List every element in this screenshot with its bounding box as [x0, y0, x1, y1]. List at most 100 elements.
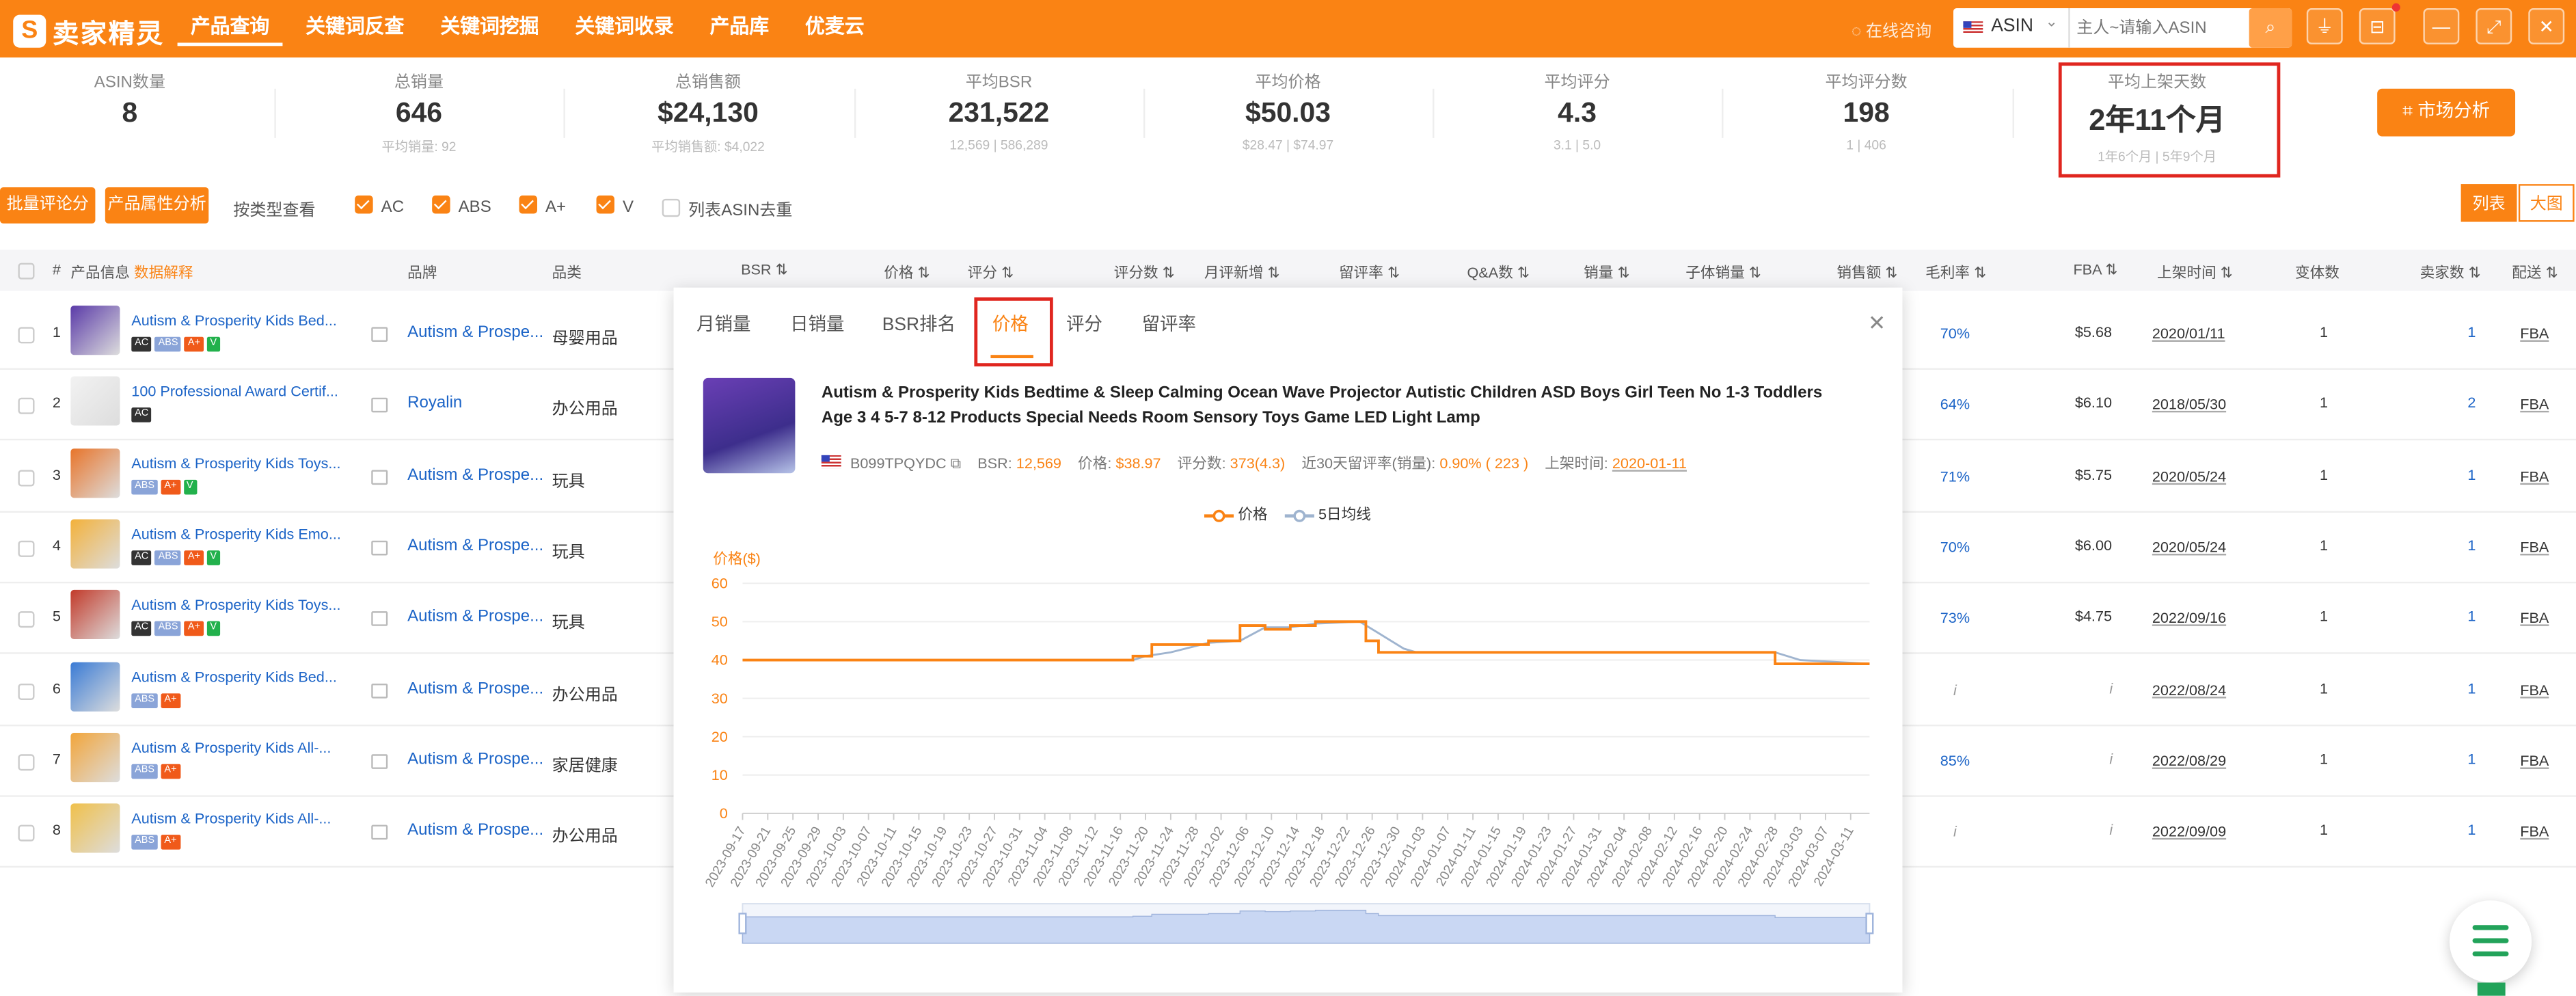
- search-button[interactable]: ⌕: [2249, 8, 2292, 48]
- brand-link[interactable]: Autism & Prospe...: [407, 679, 543, 697]
- seller-count[interactable]: 1: [2467, 608, 2476, 625]
- product-title-link[interactable]: Autism & Prosperity Kids Emo...: [131, 526, 341, 542]
- product-title-link[interactable]: Autism & Prosperity Kids All-...: [131, 810, 331, 826]
- product-thumbnail[interactable]: [70, 519, 120, 569]
- toolbox-icon[interactable]: ⊟: [2359, 8, 2396, 44]
- product-thumbnail[interactable]: [70, 732, 120, 782]
- filter-checkbox[interactable]: [519, 196, 538, 214]
- product-title-link[interactable]: Autism & Prosperity Kids Toys...: [131, 455, 340, 471]
- product-thumbnail[interactable]: [70, 448, 120, 498]
- margin-value[interactable]: 85%: [1940, 752, 1970, 768]
- margin-value[interactable]: 64%: [1940, 396, 1970, 413]
- row-checkbox[interactable]: [18, 398, 35, 415]
- th-fba[interactable]: FBA ⇅: [2073, 261, 2117, 279]
- minimize-icon[interactable]: —: [2423, 8, 2460, 44]
- brand-link[interactable]: Autism & Prospe...: [407, 751, 543, 768]
- brand-link[interactable]: Autism & Prospe...: [407, 324, 543, 342]
- popup-tab[interactable]: 月销量: [696, 310, 750, 336]
- popup-tab[interactable]: BSR排名: [882, 310, 955, 336]
- th-reviews[interactable]: 评分数 ⇅: [1114, 261, 1175, 282]
- th-sellers[interactable]: 卖家数 ⇅: [2420, 261, 2481, 282]
- brand-link[interactable]: Autism & Prospe...: [407, 822, 543, 839]
- external-link-icon[interactable]: ⧉: [951, 455, 961, 472]
- product-title-link[interactable]: Autism & Prosperity Kids Bed...: [131, 312, 337, 329]
- nav-item[interactable]: 产品库: [696, 0, 782, 57]
- close-window-icon[interactable]: ✕: [2528, 8, 2565, 44]
- brand-link[interactable]: Autism & Prospe...: [407, 608, 543, 626]
- margin-value[interactable]: i: [1953, 681, 1957, 697]
- brand-link[interactable]: Autism & Prospe...: [407, 537, 543, 555]
- product-title-link[interactable]: Autism & Prosperity Kids All-...: [131, 739, 331, 755]
- note-icon[interactable]: [371, 611, 388, 627]
- seller-count[interactable]: 1: [2467, 679, 2476, 696]
- popup-close-icon[interactable]: ✕: [1868, 310, 1886, 336]
- note-icon[interactable]: [371, 540, 388, 556]
- row-checkbox[interactable]: [18, 824, 35, 842]
- note-icon[interactable]: [371, 469, 388, 485]
- seller-count[interactable]: 2: [2467, 395, 2476, 412]
- th-margin[interactable]: 毛利率 ⇅: [1925, 261, 1986, 282]
- note-icon[interactable]: [371, 824, 388, 840]
- margin-value[interactable]: 71%: [1940, 468, 1970, 484]
- view-grid-button[interactable]: 大图: [2518, 184, 2575, 222]
- nav-item[interactable]: 关键词收录: [562, 0, 687, 57]
- data-explain-link[interactable]: 数据解释: [134, 265, 193, 281]
- product-thumbnail[interactable]: [70, 803, 120, 853]
- chevron-down-icon[interactable]: ⌄: [2046, 13, 2058, 31]
- product-title-link[interactable]: Autism & Prosperity Kids Toys...: [131, 597, 340, 613]
- th-retention[interactable]: 留评率 ⇅: [1339, 261, 1400, 282]
- popup-tab[interactable]: 日销量: [790, 310, 844, 336]
- product-thumbnail[interactable]: [70, 661, 120, 711]
- row-checkbox[interactable]: [18, 753, 35, 770]
- filter-checkbox[interactable]: [432, 196, 450, 214]
- view-list-button[interactable]: 列表: [2460, 184, 2517, 222]
- product-thumbnail[interactable]: [70, 306, 120, 355]
- filter-abs[interactable]: ABS: [432, 196, 491, 217]
- row-checkbox[interactable]: [18, 611, 35, 628]
- filter-aplus[interactable]: A+: [519, 196, 566, 217]
- maximize-icon[interactable]: ⤢: [2476, 8, 2512, 44]
- note-icon[interactable]: [371, 682, 388, 698]
- th-sales[interactable]: 销量 ⇅: [1584, 261, 1629, 282]
- legend-price[interactable]: 价格: [1204, 503, 1268, 524]
- filter-checkbox[interactable]: [596, 196, 614, 214]
- margin-value[interactable]: i: [1953, 823, 1957, 839]
- th-rating[interactable]: 评分 ⇅: [968, 261, 1014, 282]
- th-price[interactable]: 价格 ⇅: [884, 261, 930, 282]
- market-analysis-button[interactable]: ⌗ 市场分析: [2377, 88, 2516, 137]
- attribute-analysis-button[interactable]: 产品属性分析: [105, 187, 209, 224]
- legend-ma5[interactable]: 5日均线: [1284, 503, 1371, 524]
- dedupe-checkbox[interactable]: [662, 198, 681, 217]
- row-checkbox[interactable]: [18, 682, 35, 699]
- row-checkbox[interactable]: [18, 540, 35, 557]
- product-thumbnail[interactable]: [70, 377, 120, 427]
- popup-tab[interactable]: 留评率: [1142, 310, 1196, 336]
- seller-count[interactable]: 1: [2467, 324, 2476, 340]
- batch-review-button[interactable]: 批量评论分析: [0, 187, 96, 250]
- nav-item[interactable]: 关键词挖掘: [427, 0, 552, 57]
- margin-value[interactable]: 70%: [1940, 325, 1970, 342]
- margin-value[interactable]: 70%: [1940, 539, 1970, 555]
- filter-ac[interactable]: AC: [355, 196, 404, 217]
- row-checkbox[interactable]: [18, 469, 35, 486]
- seller-count[interactable]: 1: [2467, 751, 2476, 767]
- filter-v[interactable]: V: [596, 196, 634, 217]
- seller-count[interactable]: 1: [2467, 822, 2476, 838]
- floating-menu-button[interactable]: [2449, 900, 2532, 983]
- logo[interactable]: S 卖家精灵: [13, 12, 164, 51]
- popup-asin[interactable]: B099TPQYDC: [850, 455, 947, 472]
- brand-link[interactable]: Autism & Prospe...: [407, 466, 543, 484]
- th-delivery[interactable]: 配送 ⇅: [2512, 261, 2558, 282]
- seller-count[interactable]: 1: [2467, 537, 2476, 554]
- note-icon[interactable]: [371, 398, 388, 414]
- note-icon[interactable]: [371, 753, 388, 769]
- nav-item[interactable]: 关键词反查: [293, 0, 418, 57]
- row-checkbox[interactable]: [18, 327, 35, 344]
- seller-count[interactable]: 1: [2467, 466, 2476, 483]
- brand-link[interactable]: Royalin: [407, 395, 462, 413]
- select-all-checkbox[interactable]: [18, 263, 35, 280]
- asin-type-select[interactable]: ASIN: [1991, 16, 2033, 36]
- margin-value[interactable]: 73%: [1940, 610, 1970, 626]
- nav-item[interactable]: 优麦云: [792, 0, 878, 57]
- th-date[interactable]: 上架时间 ⇅: [2157, 261, 2233, 282]
